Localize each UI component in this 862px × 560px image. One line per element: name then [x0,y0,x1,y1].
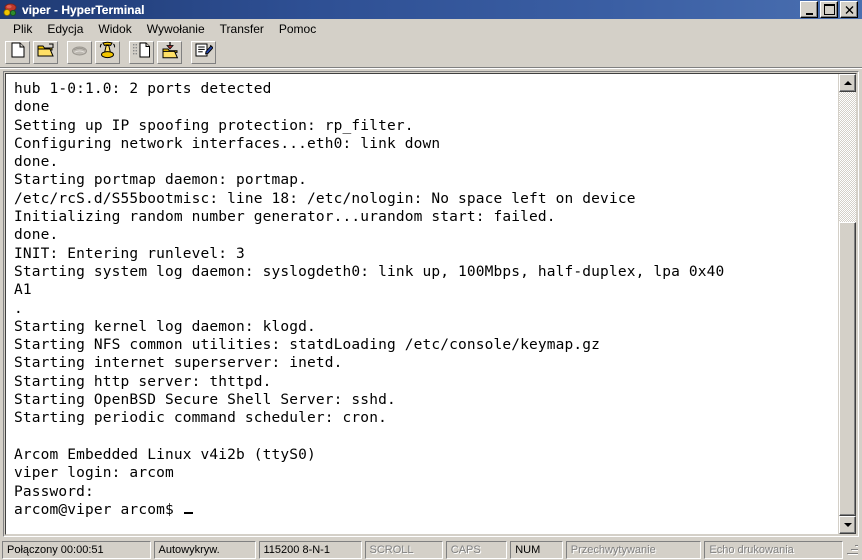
close-button[interactable] [840,1,858,18]
terminal-line: . [14,300,23,317]
send-file-button[interactable] [128,40,155,65]
properties-button[interactable] [190,40,217,65]
terminal-screen[interactable]: hub 1-0:1.0: 2 ports detected done Setti… [6,74,838,534]
terminal-line: done [14,99,50,116]
status-caps: CAPS [445,541,508,559]
menu-transfer[interactable]: Transfer [213,21,271,37]
menu-widok[interactable]: Widok [91,21,138,37]
terminal-line: hub 1-0:1.0: 2 ports detected [14,81,272,97]
status-num: NUM [510,541,563,559]
terminal-line: Configuring network interfaces...eth0: l… [14,135,441,152]
status-bar: Połączony 00:00:51 Autowykryw. 115200 8-… [0,540,862,560]
open-folder-icon [37,43,54,63]
terminal-line: Setting up IP spoofing protection: rp_fi… [14,117,414,134]
terminal-line: Starting internet superserver: inetd. [14,355,343,372]
terminal-inner-frame: hub 1-0:1.0: 2 ports detected done Setti… [5,73,857,535]
new-connection-icon [11,42,25,63]
window-controls [800,1,858,18]
terminal-prompt-line: arcom@viper arcom$ [14,501,838,519]
minimize-button[interactable] [800,1,818,18]
terminal-line: Starting periodic command scheduler: cro… [14,410,387,427]
menu-wywolanie[interactable]: Wywołanie [140,21,212,37]
terminal-prompt: arcom@viper arcom$ [14,501,183,518]
terminal-line: INIT: Entering runlevel: 3 [14,245,245,262]
terminal-line: Starting OpenBSD Secure Shell Server: ss… [14,392,396,409]
terminal-line: Starting NFS common utilities: statdLoad… [14,337,601,354]
disconnect-button[interactable] [66,40,93,65]
window-title: viper - HyperTerminal [22,2,145,17]
properties-icon [195,42,214,63]
new-connection-button[interactable] [4,40,31,65]
terminal-line: A1 [14,282,32,299]
status-scroll: SCROLL [364,541,443,559]
maximize-button[interactable] [820,1,838,18]
receive-file-icon [161,41,179,64]
call-button[interactable] [94,40,121,65]
title-bar[interactable]: viper - HyperTerminal [0,0,862,19]
hyperterminal-window: viper - HyperTerminal Plik Edycja Widok … [0,0,862,560]
call-phone-icon [99,41,116,64]
terminal-line: viper login: arcom [14,465,174,482]
menu-edycja[interactable]: Edycja [40,21,90,37]
terminal-line: Starting http server: thttpd. [14,373,272,390]
terminal-line: Password: [14,483,94,500]
hyperterminal-icon [3,3,18,17]
resize-grip[interactable] [846,543,860,557]
send-file-icon [132,42,151,63]
scroll-down-button[interactable] [839,516,856,534]
status-capture: Przechwytywanie [565,541,702,559]
terminal-line: Starting kernel log daemon: klogd. [14,318,316,335]
scroll-up-button[interactable] [839,74,856,92]
terminal-line: Arcom Embedded Linux v4i2b (ttyS0) [14,446,316,463]
terminal-line: /etc/rcS.d/S55bootmisc: line 18: /etc/no… [14,190,636,207]
menu-pomoc[interactable]: Pomoc [272,21,323,37]
disconnect-phone-icon [71,44,88,62]
open-connection-button[interactable] [32,40,59,65]
terminal-line: Starting portmap daemon: portmap. [14,172,308,189]
receive-file-button[interactable] [156,40,183,65]
status-autodetect: Autowykryw. [153,541,256,559]
terminal-scrollbar[interactable] [838,74,856,534]
terminal-line: done. [14,154,59,171]
terminal-line: done. [14,227,59,244]
scrollbar-thumb[interactable] [839,222,856,516]
terminal-line: Initializing random number generator...u… [14,209,556,226]
status-connected: Połączony 00:00:51 [2,541,151,559]
menu-bar: Plik Edycja Widok Wywołanie Transfer Pom… [0,19,862,38]
toolbar [0,38,862,68]
terminal-frame: hub 1-0:1.0: 2 ports detected done Setti… [3,71,859,537]
terminal-line: Starting system log daemon: syslogdeth0:… [14,263,725,280]
status-baudrate: 115200 8-N-1 [258,541,362,559]
menu-plik[interactable]: Plik [6,21,39,37]
scrollbar-track[interactable] [839,92,856,516]
terminal-cursor [183,511,193,514]
status-print-echo: Echo drukowania [704,541,843,559]
